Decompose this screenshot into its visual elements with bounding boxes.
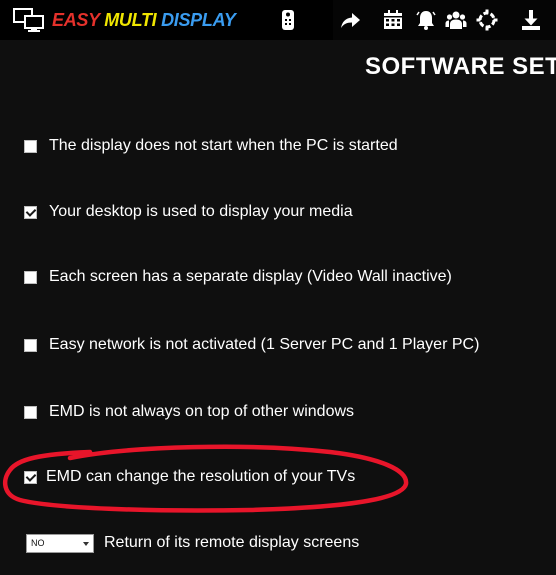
setting-easy-network[interactable]: Easy network is not activated (1 Server … (24, 333, 479, 357)
setting-change-resolution[interactable]: EMD can change the resolution of your TV… (24, 465, 355, 489)
setting-start-on-boot[interactable]: The display does not start when the PC i… (24, 134, 398, 158)
remote-display-label: Return of its remote display screens (104, 534, 360, 551)
download-icon[interactable] (520, 9, 542, 31)
checkbox-start-on-boot[interactable] (24, 139, 37, 153)
app-brand: EASY MULTI DISPLAY (52, 10, 236, 30)
settings-ring-icon[interactable] (476, 9, 498, 31)
checkbox-video-wall[interactable] (24, 270, 37, 284)
alarm-bell-icon[interactable] (415, 9, 437, 31)
setting-label: EMD is not always on top of other window… (49, 403, 355, 420)
setting-video-wall[interactable]: Each screen has a separate display (Vide… (24, 265, 452, 289)
checkbox-easy-network[interactable] (24, 338, 37, 352)
checkbox-always-on-top[interactable] (24, 405, 37, 419)
setting-always-on-top[interactable]: EMD is not always on top of other window… (24, 400, 354, 424)
top-toolbar: EASY MULTI DISPLAY (0, 0, 556, 40)
brand-word-display: DISPLAY (161, 10, 236, 30)
remote-control-icon[interactable] (277, 9, 299, 31)
monitors-logo-icon (13, 7, 45, 33)
setting-desktop-display[interactable]: Your desktop is used to display your med… (24, 200, 353, 224)
page-title: SOFTWARE SET (365, 53, 556, 80)
brand-word-easy: EASY (52, 10, 100, 30)
chevron-down-icon (83, 541, 89, 546)
setting-label: Your desktop is used to display your med… (49, 203, 353, 220)
remote-display-select[interactable]: NO (26, 533, 94, 553)
setting-label: Each screen has a separate display (Vide… (49, 268, 452, 285)
share-arrow-icon[interactable] (339, 9, 361, 31)
setting-label: The display does not start when the PC i… (49, 137, 398, 154)
brand-word-multi: MULTI (104, 10, 157, 30)
brand-area: EASY MULTI DISPLAY (0, 0, 333, 40)
checkbox-change-resolution[interactable] (24, 470, 37, 484)
setting-label: Easy network is not activated (1 Server … (49, 336, 480, 353)
checkbox-desktop-display[interactable] (24, 205, 37, 219)
calendar-icon[interactable] (382, 9, 404, 31)
setting-label: EMD can change the resolution of your TV… (46, 468, 356, 485)
setting-remote-display: NO Return of its remote display screens (26, 531, 359, 555)
users-group-icon[interactable] (445, 9, 467, 31)
select-value: NO (31, 537, 45, 548)
